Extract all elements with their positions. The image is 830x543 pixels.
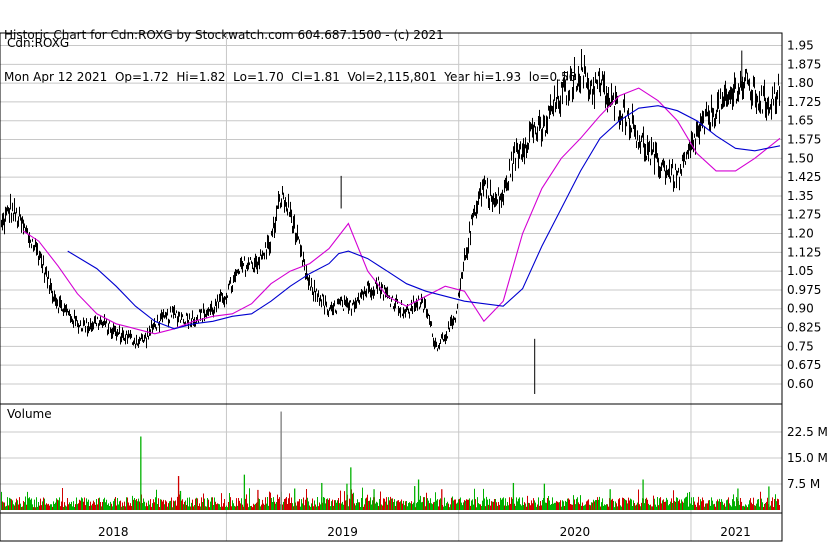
price-axis-labels: 1.95 1.875 1.80 1.725 1.65 1.575 1.50 1.425 1.35… bbox=[787, 39, 821, 391]
volume-tick-label: 15.0 M bbox=[787, 451, 828, 465]
year-label-2018: 2018 bbox=[98, 525, 129, 539]
price-tick-label: 1.20 bbox=[787, 227, 814, 241]
moving-averages bbox=[22, 87, 781, 335]
price-tick-label: 1.725 bbox=[787, 95, 821, 109]
volume-pane-title: Volume bbox=[7, 407, 52, 421]
price-tick-label: 1.275 bbox=[787, 208, 821, 222]
stock-chart: Cdn:ROXG Volume 1.951.8751.801.7251.651.… bbox=[0, 32, 828, 542]
price-tick-label: 1.95 bbox=[787, 39, 814, 53]
price-tick-label: 0.825 bbox=[787, 321, 821, 335]
price-tick-label: 1.50 bbox=[787, 151, 814, 165]
price-tick-label: 0.90 bbox=[787, 302, 814, 316]
price-bars bbox=[1, 48, 780, 394]
year-label-2021: 2021 bbox=[720, 525, 751, 539]
date-axis-labels: 2018 2019 2020 2021 bbox=[98, 525, 751, 539]
year-label-2020: 2020 bbox=[560, 525, 591, 539]
price-tick-label: 1.425 bbox=[787, 170, 821, 184]
year-label-2019: 2019 bbox=[327, 525, 358, 539]
moving-average-short-line bbox=[22, 87, 781, 335]
price-tick-label: 0.675 bbox=[787, 358, 821, 372]
volume-tick-label: 7.5 M bbox=[787, 477, 820, 491]
price-tick-label: 1.80 bbox=[787, 76, 814, 90]
price-tick-label: 0.975 bbox=[787, 283, 821, 297]
price-tick-label: 1.35 bbox=[787, 189, 814, 203]
volume-tick-label: 22.5 M bbox=[787, 425, 828, 439]
volume-bars bbox=[1, 411, 780, 510]
volume-axis-labels: 22.5 M 15.0 M 7.5 M bbox=[787, 425, 828, 491]
price-pane-title: Cdn:ROXG bbox=[7, 36, 69, 50]
price-tick-label: 0.75 bbox=[787, 339, 814, 353]
price-tick-label: 1.125 bbox=[787, 245, 821, 259]
price-tick-label: 1.575 bbox=[787, 133, 821, 147]
price-pane-frame bbox=[0, 32, 783, 405]
price-tick-label: 1.65 bbox=[787, 114, 814, 128]
price-tick-label: 1.875 bbox=[787, 57, 821, 71]
price-tick-label: 0.60 bbox=[787, 377, 814, 391]
price-tick-label: 1.05 bbox=[787, 264, 814, 278]
